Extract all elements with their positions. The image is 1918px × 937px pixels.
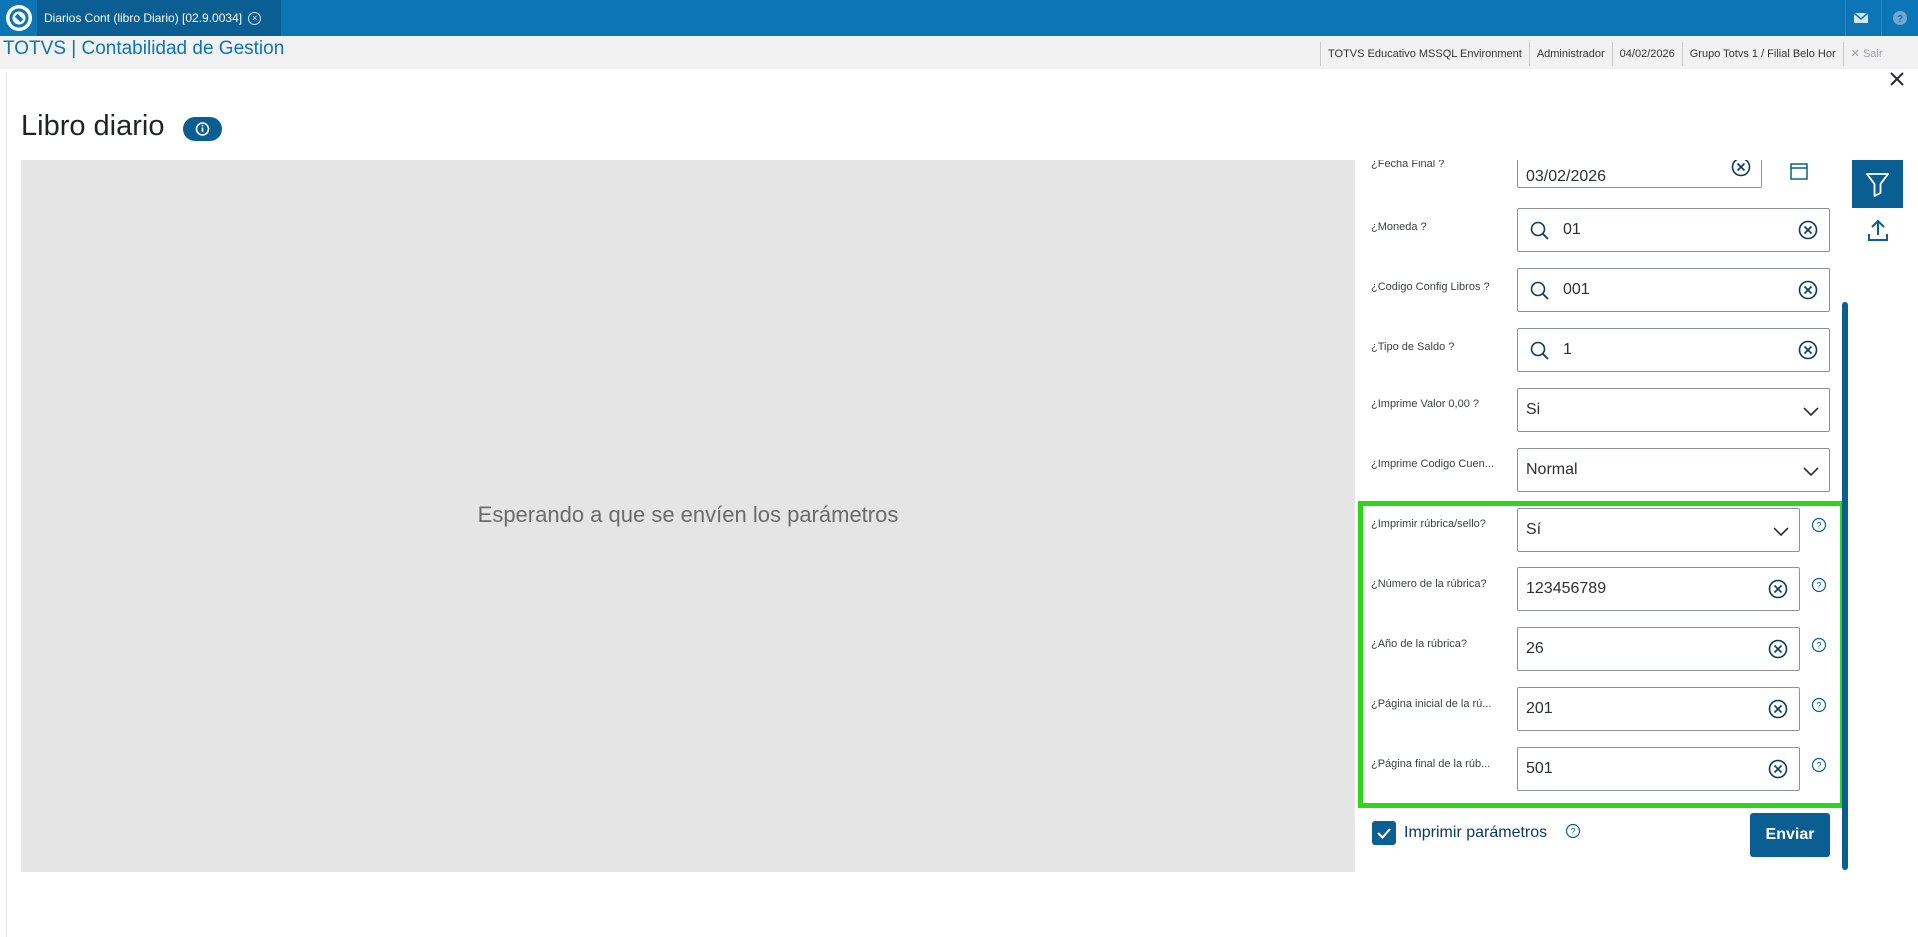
param-label: ¿Moneda ? (1371, 221, 1427, 233)
svg-text:?: ? (1897, 14, 1903, 25)
context-info: TOTVS Educativo MSSQL Environment Admini… (1320, 42, 1890, 66)
field-value: 001 (1563, 281, 1590, 298)
clear-icon[interactable] (1797, 219, 1819, 241)
clear-icon[interactable] (1767, 578, 1789, 600)
waiting-message: Esperando a que se envíen los parámetros (477, 502, 899, 527)
input-pagina-final[interactable]: 501 (1517, 747, 1800, 791)
print-params-checkbox[interactable] (1372, 821, 1396, 845)
field-value: 03/02/2026 (1526, 168, 1607, 185)
input-pagina-inicial[interactable]: 201 (1517, 687, 1800, 731)
lookup-input-codigo-config[interactable]: 001 (1517, 268, 1830, 312)
app-title: TOTVS | Contabilidad de Gestion (3, 38, 285, 59)
clear-icon[interactable] (1767, 638, 1789, 660)
send-button[interactable]: Enviar (1750, 813, 1830, 857)
environment-label: TOTVS Educativo MSSQL Environment (1320, 42, 1529, 66)
param-label: ¿Codigo Config Libros ? (1371, 281, 1490, 293)
calendar-icon[interactable] (1788, 160, 1810, 182)
field-value: 01 (1563, 221, 1581, 238)
chevron-down-icon (1803, 407, 1819, 417)
divider (1881, 0, 1882, 36)
param-label: ¿Fecha Final ? (1371, 160, 1445, 170)
logout-label: Sair (1862, 48, 1883, 60)
search-icon[interactable] (1528, 279, 1552, 303)
field-value: Si (1526, 401, 1541, 418)
help-icon[interactable]: ? (1890, 8, 1910, 28)
param-label: ¿Imprime Codigo Cuen... (1371, 458, 1494, 470)
chevron-down-icon (1803, 467, 1819, 477)
select-imprime-codigo-cuenta[interactable]: Normal (1517, 448, 1830, 492)
svg-text:?: ? (1816, 761, 1821, 771)
select-imprime-valor[interactable]: Si (1517, 388, 1830, 432)
top-bar: Diarios Cont (libro Diario) [02.9.0034] … (0, 0, 1918, 36)
info-button[interactable] (183, 117, 222, 141)
search-icon[interactable] (1528, 339, 1552, 363)
param-label: ¿Imprime Valor 0,00 ? (1371, 398, 1480, 410)
divider (6, 72, 7, 937)
user-label: Administrador (1528, 42, 1612, 66)
logout-button[interactable]: ✕ Sair (1842, 42, 1890, 66)
svg-text:?: ? (1816, 581, 1821, 591)
date-label: 04/02/2026 (1611, 42, 1682, 66)
branch-label[interactable]: Grupo Totvs 1 / Filial Belo Hor (1681, 42, 1843, 66)
param-label: ¿Número de la rúbrica? (1371, 578, 1487, 590)
tab-close-icon[interactable]: × (248, 11, 262, 25)
upload-icon[interactable] (1866, 218, 1890, 244)
check-icon (1377, 828, 1391, 839)
input-numero-rubrica[interactable]: 123456789 (1517, 567, 1800, 611)
divider (1845, 0, 1846, 36)
parameters-panel: ¿Fecha Final ? 03/02/2026 ¿Moneda ? 01 ¿… (1355, 160, 1845, 872)
report-preview-area: Esperando a que se envíen los parámetros (21, 160, 1355, 872)
clear-icon[interactable] (1767, 758, 1789, 780)
param-label: ¿Tipo de Saldo ? (1371, 341, 1455, 353)
date-input-fecha-final[interactable]: 03/02/2026 (1517, 160, 1762, 188)
field-value: 123456789 (1526, 580, 1607, 597)
input-anio-rubrica[interactable]: 26 (1517, 627, 1800, 671)
chevron-down-icon (1773, 527, 1789, 537)
select-imprimir-rubrica[interactable]: Sí (1517, 508, 1800, 552)
clear-icon[interactable] (1797, 339, 1819, 361)
lookup-input-tipo-saldo[interactable]: 1 (1517, 328, 1830, 372)
mail-icon[interactable] (1851, 8, 1871, 28)
svg-text:?: ? (1816, 521, 1821, 531)
field-value: Normal (1526, 461, 1578, 478)
field-value: 501 (1526, 760, 1553, 777)
print-params-label[interactable]: Imprimir parámetros (1404, 824, 1547, 842)
clear-icon[interactable] (1797, 279, 1819, 301)
tab-diarios-cont[interactable]: Diarios Cont (libro Diario) [02.9.0034] … (37, 0, 281, 36)
param-label: ¿Año de la rúbrica? (1371, 638, 1467, 650)
search-icon[interactable] (1528, 219, 1552, 243)
help-icon[interactable]: ? (1811, 757, 1827, 773)
help-icon[interactable]: ? (1811, 517, 1827, 533)
help-icon[interactable]: ? (1565, 823, 1581, 839)
totvs-logo-icon[interactable] (4, 3, 34, 33)
info-icon (195, 122, 210, 136)
help-icon[interactable]: ? (1811, 697, 1827, 713)
field-value: 1 (1563, 341, 1572, 358)
field-value: Sí (1526, 521, 1542, 538)
lookup-input-moneda[interactable]: 01 (1517, 208, 1830, 252)
param-label: ¿Página inicial de la rú... (1371, 698, 1492, 710)
clear-icon[interactable] (1730, 160, 1752, 178)
clear-icon[interactable] (1767, 698, 1789, 720)
logout-icon: ✕ (1850, 48, 1863, 60)
help-icon[interactable]: ? (1811, 577, 1827, 593)
svg-text:?: ? (1816, 701, 1821, 711)
param-label: ¿Imprimir rúbrica/sello? (1371, 518, 1486, 530)
svg-text:?: ? (1570, 827, 1575, 837)
close-icon[interactable] (1887, 69, 1907, 89)
svg-text:?: ? (1816, 641, 1821, 651)
filter-icon (1866, 173, 1889, 197)
page-title: Libro diario (21, 110, 165, 142)
help-icon[interactable]: ? (1811, 637, 1827, 653)
tab-label: Diarios Cont (libro Diario) [02.9.0034] (44, 11, 243, 25)
param-label: ¿Página final de la rúb... (1371, 758, 1491, 770)
field-value: 201 (1526, 700, 1553, 717)
field-value: 26 (1526, 640, 1544, 657)
scrollbar[interactable] (1842, 302, 1848, 870)
filter-button[interactable] (1852, 160, 1903, 208)
